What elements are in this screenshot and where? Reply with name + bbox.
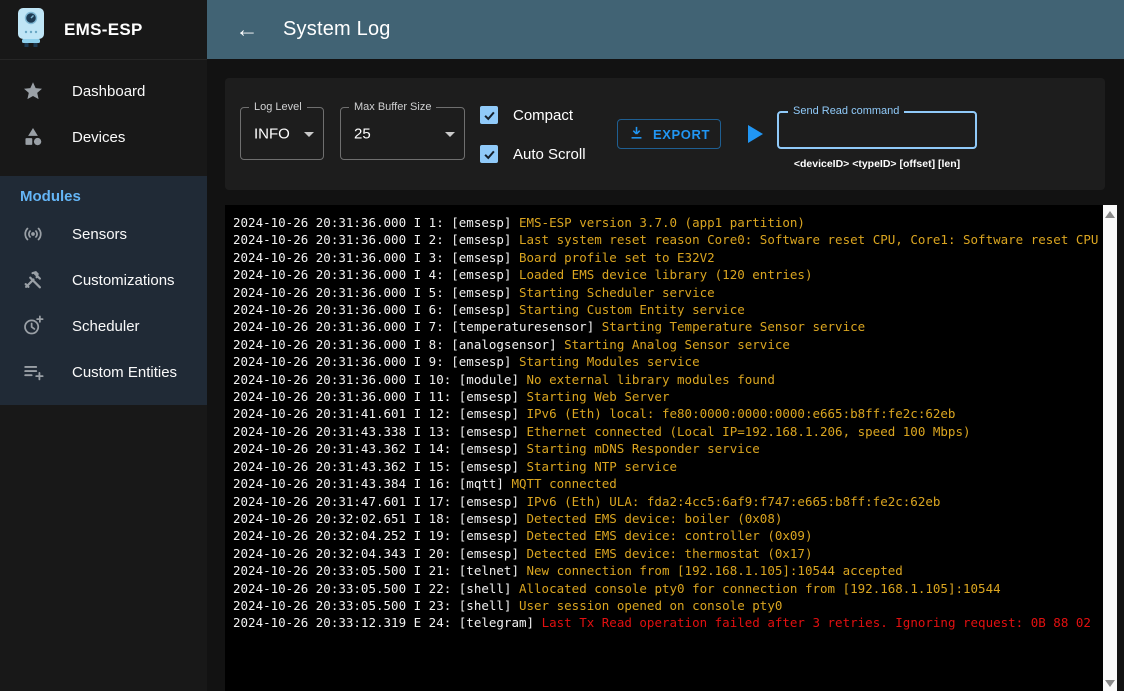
log-level-label: Log Level: [249, 101, 307, 113]
sidebar-item-label: Customizations: [72, 272, 175, 289]
sidebar-item-label: Sensors: [72, 226, 127, 243]
send-read-command-hint: <deviceID> <typeID> [offset] [len]: [770, 158, 984, 170]
log-line: 2024-10-26 20:31:36.000 I 2: [emsesp] La…: [233, 231, 1117, 248]
boiler-logo-icon: [14, 6, 48, 53]
log-line: 2024-10-26 20:31:36.000 I 7: [temperatur…: [233, 318, 1117, 335]
sidebar: EMS-ESP Dashboard Devices Modules Sensors…: [0, 0, 207, 691]
star-icon: [21, 79, 45, 103]
checkbox-checked-icon: [480, 145, 498, 163]
ems-esp-app: EMS-ESP Dashboard Devices Modules Sensors…: [0, 0, 1124, 691]
log-line: 2024-10-26 20:31:43.338 I 13: [emsesp] E…: [233, 423, 1117, 440]
log-toolbar: Log Level INFO Max Buffer Size 25 Compac…: [225, 78, 1105, 190]
back-button[interactable]: ←: [233, 18, 261, 41]
log-line: 2024-10-26 20:33:05.500 I 23: [shell] Us…: [233, 597, 1117, 614]
sidebar-item-scheduler[interactable]: Scheduler: [0, 303, 207, 349]
modules-section: Modules Sensors Customizations Scheduler Cu…: [0, 176, 207, 405]
log-line: 2024-10-26 20:31:47.601 I 17: [emsesp] I…: [233, 493, 1117, 510]
auto-scroll-checkbox[interactable]: Auto Scroll: [480, 143, 586, 165]
chevron-down-icon: [445, 132, 455, 137]
log-line: 2024-10-26 20:31:36.000 I 10: [module] N…: [233, 371, 1117, 388]
sidebar-nav: Dashboard Devices: [0, 60, 207, 168]
download-icon: [628, 124, 645, 144]
page-title: System Log: [283, 18, 391, 41]
log-line: 2024-10-26 20:31:36.000 I 3: [emsesp] Bo…: [233, 249, 1117, 266]
export-button-label: EXPORT: [653, 127, 710, 142]
appbar: ← System Log: [207, 0, 1124, 59]
log-line: 2024-10-26 20:31:36.000 I 8: [analogsens…: [233, 336, 1117, 353]
modules-nav: Sensors Customizations Scheduler Custom Ent…: [0, 211, 207, 395]
modules-section-header: Modules: [0, 176, 207, 211]
sidebar-item-label: Scheduler: [72, 318, 140, 335]
max-buffer-size-select[interactable]: Max Buffer Size 25: [340, 107, 465, 160]
max-buffer-size-value: 25: [354, 125, 371, 142]
log-line: 2024-10-26 20:31:36.000 I 6: [emsesp] St…: [233, 301, 1117, 318]
sidebar-item-sensors[interactable]: Sensors: [0, 211, 207, 257]
compact-checkbox[interactable]: Compact: [480, 104, 573, 126]
wifi-tethering-icon: [21, 222, 45, 246]
log-line: 2024-10-26 20:31:41.601 I 12: [emsesp] I…: [233, 405, 1117, 422]
sidebar-item-label: Devices: [72, 129, 125, 146]
more-time-icon: [21, 314, 45, 338]
sidebar-item-dashboard[interactable]: Dashboard: [0, 68, 207, 114]
log-line: 2024-10-26 20:31:43.362 I 14: [emsesp] S…: [233, 440, 1117, 457]
app-logo[interactable]: EMS-ESP: [0, 0, 207, 60]
log-line: 2024-10-26 20:31:36.000 I 9: [emsesp] St…: [233, 353, 1117, 370]
sidebar-item-label: Custom Entities: [72, 364, 177, 381]
construction-icon: [21, 268, 45, 292]
log-line: 2024-10-26 20:32:04.343 I 20: [emsesp] D…: [233, 545, 1117, 562]
sidebar-item-label: Dashboard: [72, 83, 145, 100]
chevron-down-icon: [304, 132, 314, 137]
log-line: 2024-10-26 20:32:04.252 I 19: [emsesp] D…: [233, 527, 1117, 544]
sidebar-item-devices[interactable]: Devices: [0, 114, 207, 160]
scroll-up-icon[interactable]: [1105, 211, 1115, 218]
compact-checkbox-label: Compact: [513, 107, 573, 124]
log-line: 2024-10-26 20:31:36.000 I 4: [emsesp] Lo…: [233, 266, 1117, 283]
log-line: 2024-10-26 20:33:12.319 E 24: [telegram]…: [233, 614, 1117, 631]
send-command-play-button[interactable]: [748, 125, 763, 143]
log-line: 2024-10-26 20:31:43.362 I 15: [emsesp] S…: [233, 458, 1117, 475]
scroll-down-icon[interactable]: [1105, 680, 1115, 687]
checkbox-checked-icon: [480, 106, 498, 124]
log-lines: 2024-10-26 20:31:36.000 I 1: [emsesp] EM…: [225, 205, 1117, 632]
send-read-command-field: Send Read command: [777, 111, 977, 149]
sidebar-item-customizations[interactable]: Customizations: [0, 257, 207, 303]
log-line: 2024-10-26 20:31:43.384 I 16: [mqtt] MQT…: [233, 475, 1117, 492]
system-log-console: 2024-10-26 20:31:36.000 I 1: [emsesp] EM…: [225, 205, 1117, 691]
log-line: 2024-10-26 20:31:36.000 I 11: [emsesp] S…: [233, 388, 1117, 405]
auto-scroll-checkbox-label: Auto Scroll: [513, 146, 586, 163]
max-buffer-size-label: Max Buffer Size: [349, 101, 436, 113]
export-button[interactable]: EXPORT: [617, 119, 721, 149]
log-line: 2024-10-26 20:31:36.000 I 1: [emsesp] EM…: [233, 214, 1117, 231]
log-line: 2024-10-26 20:33:05.500 I 21: [telnet] N…: [233, 562, 1117, 579]
sidebar-item-custom-entities[interactable]: Custom Entities: [0, 349, 207, 395]
app-title: EMS-ESP: [64, 20, 143, 40]
playlist-add-icon: [21, 360, 45, 384]
log-line: 2024-10-26 20:31:36.000 I 5: [emsesp] St…: [233, 284, 1117, 301]
log-line: 2024-10-26 20:33:05.500 I 22: [shell] Al…: [233, 580, 1117, 597]
log-line: 2024-10-26 20:32:02.651 I 18: [emsesp] D…: [233, 510, 1117, 527]
console-scrollbar[interactable]: [1103, 205, 1117, 691]
log-level-value: INFO: [254, 125, 290, 142]
log-level-select[interactable]: Log Level INFO: [240, 107, 324, 160]
send-read-command-input[interactable]: [779, 113, 975, 147]
category-icon: [21, 125, 45, 149]
